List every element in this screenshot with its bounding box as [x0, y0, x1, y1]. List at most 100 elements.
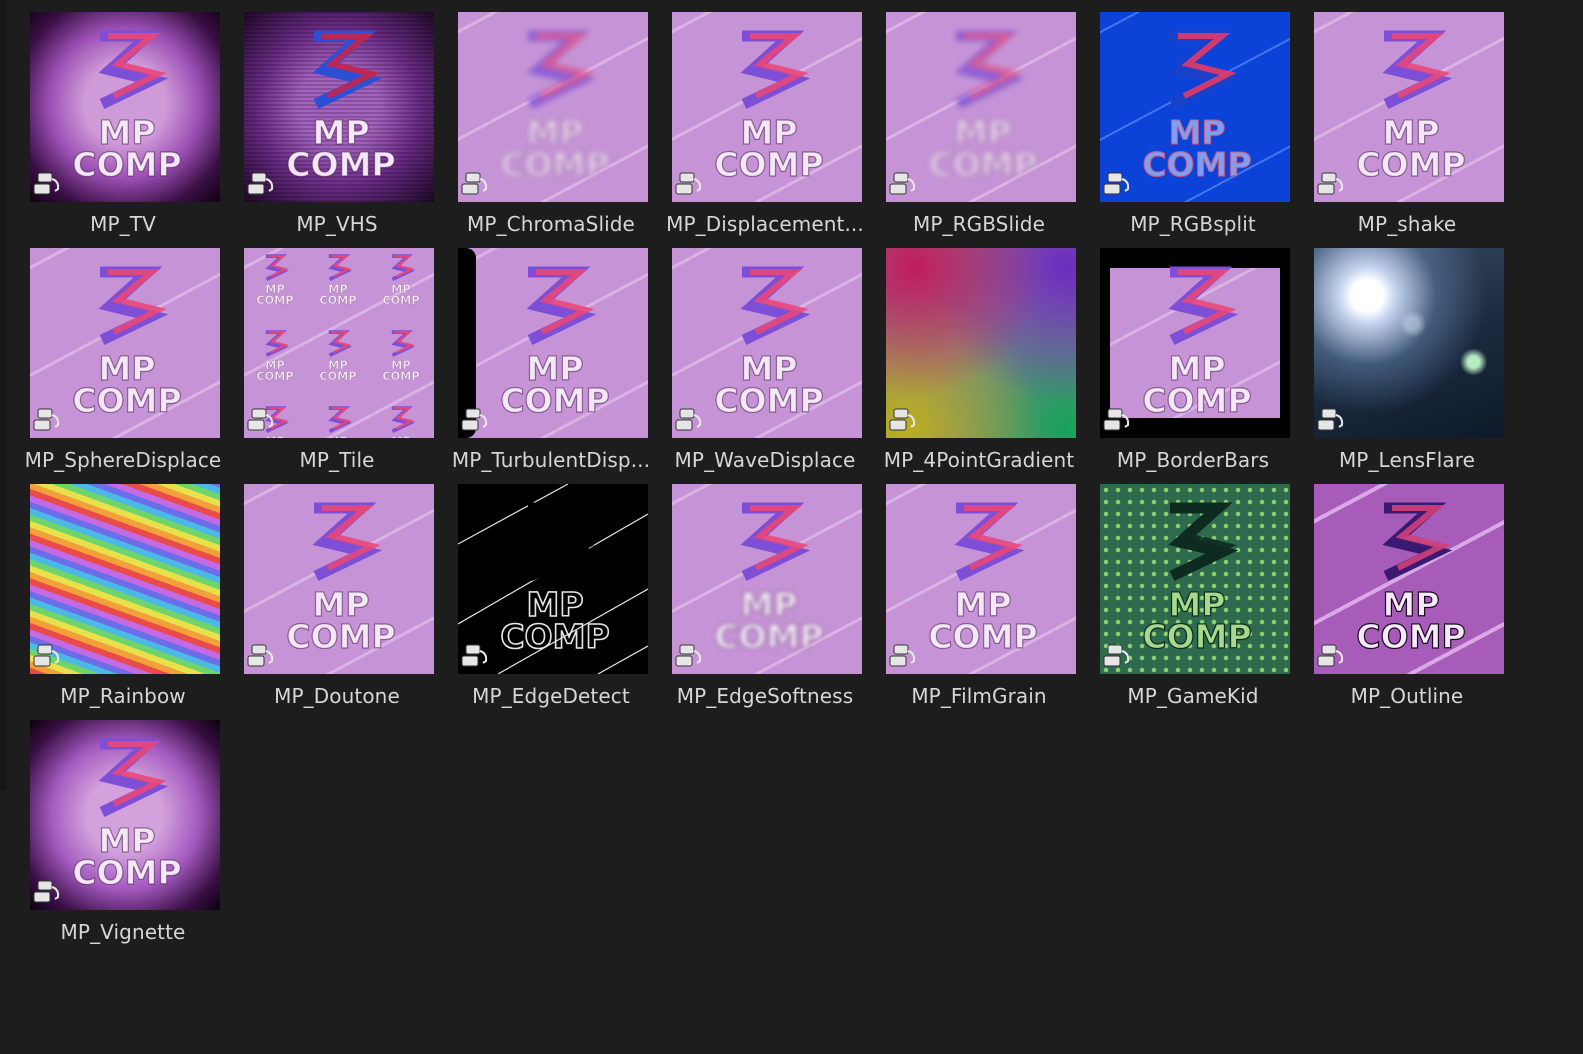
- asset-label: MP_shake: [1357, 212, 1457, 236]
- asset-label: MP_RGBsplit: [1130, 212, 1256, 236]
- asset-tile-mp-borderbars[interactable]: MP COMP MP_BorderBars: [1092, 248, 1306, 484]
- scrollbar-track[interactable]: [0, 0, 7, 790]
- asset-label: MP_FilmGrain: [911, 684, 1047, 708]
- logo-text-line2: COMP: [500, 145, 609, 184]
- asset-label: MP_TurbulentDisp...: [451, 448, 651, 472]
- asset-tile-mp-tv[interactable]: MP COMP MP_TV: [22, 12, 236, 248]
- asset-label: MP_RGBSlide: [913, 212, 1045, 236]
- node-group-icon: [33, 172, 60, 195]
- node-group-icon: [889, 644, 916, 667]
- asset-thumbnail[interactable]: MP COMP: [30, 720, 220, 910]
- node-group-icon: [461, 644, 488, 667]
- logo-text-line2: COMP: [928, 145, 1037, 184]
- asset-tile-mp-gamekid[interactable]: MP COMP MP_GameKid: [1092, 484, 1306, 720]
- asset-tile-mp-vignette[interactable]: MP COMP MP_Vignette: [22, 720, 236, 956]
- asset-thumbnail[interactable]: MP COMP MP COMP MP COMP MP COMP MP COMP …: [244, 248, 434, 438]
- asset-label: MP_Tile: [299, 448, 375, 472]
- asset-tile-mp-doutone[interactable]: MP COMP MP_Doutone: [236, 484, 450, 720]
- asset-tile-mp-turbulentdisp[interactable]: MP COMP MP_TurbulentDisp...: [450, 248, 664, 484]
- asset-tile-mp-displacement[interactable]: MP COMP MP_Displacement...: [664, 12, 878, 248]
- node-group-icon: [247, 172, 274, 195]
- asset-thumbnail[interactable]: MP COMP: [244, 12, 434, 202]
- asset-tile-mp-edgedetect[interactable]: MP COMP MP_EdgeDetect: [450, 484, 664, 720]
- logo-text-line2: COMP: [1356, 617, 1465, 656]
- logo-text-line2: COMP: [72, 145, 181, 184]
- asset-thumbnail[interactable]: MP COMP: [1100, 248, 1290, 438]
- asset-tile-mp-tile[interactable]: MP COMP MP COMP MP COMP MP COMP MP COMP …: [236, 248, 450, 484]
- node-group-icon: [1317, 644, 1344, 667]
- asset-tile-mp-vhs[interactable]: MP COMP MP_VHS: [236, 12, 450, 248]
- asset-tile-mp-lensflare[interactable]: MP_LensFlare: [1306, 248, 1520, 484]
- logo-text-line2: COMP: [1142, 617, 1251, 656]
- node-group-icon: [1317, 172, 1344, 195]
- node-group-icon: [33, 644, 60, 667]
- asset-label: MP_LensFlare: [1338, 448, 1476, 472]
- asset-thumbnail[interactable]: MP COMP: [30, 12, 220, 202]
- node-group-icon: [1103, 408, 1130, 431]
- logo-text-line2: COMP: [286, 145, 395, 184]
- svg-text:COMP: COMP: [319, 370, 356, 383]
- asset-tile-mp-shake[interactable]: MP COMP MP_shake: [1306, 12, 1520, 248]
- asset-thumbnail[interactable]: MP COMP: [458, 12, 648, 202]
- asset-tile-mp-filmgrain[interactable]: MP COMP MP_FilmGrain: [878, 484, 1092, 720]
- asset-label: MP_EdgeDetect: [472, 684, 630, 708]
- asset-thumbnail[interactable]: MP COMP: [458, 248, 648, 438]
- asset-tile-mp-edgesoftness[interactable]: MP COMP MP_EdgeSoftness: [664, 484, 878, 720]
- asset-thumbnail[interactable]: MP COMP: [458, 484, 648, 674]
- logo-text-line2: COMP: [714, 145, 823, 184]
- logo-text-line2: COMP: [286, 617, 395, 656]
- asset-thumbnail[interactable]: [30, 484, 220, 674]
- node-group-icon: [33, 880, 60, 903]
- asset-thumbnail[interactable]: MP COMP: [886, 12, 1076, 202]
- asset-label: MP_Outline: [1350, 684, 1464, 708]
- asset-label: MP_WaveDisplace: [674, 448, 856, 472]
- asset-thumbnail[interactable]: [886, 248, 1076, 438]
- svg-text:MP: MP: [328, 435, 347, 438]
- logo-text-line2: COMP: [500, 617, 609, 656]
- node-group-icon: [461, 172, 488, 195]
- asset-tile-mp-rgbslide[interactable]: MP COMP MP_RGBSlide: [878, 12, 1092, 248]
- asset-thumbnail[interactable]: [1314, 248, 1504, 438]
- svg-text:COMP: COMP: [256, 294, 293, 307]
- asset-label: MP_Rainbow: [60, 684, 186, 708]
- asset-thumbnail[interactable]: MP COMP: [1100, 484, 1290, 674]
- node-group-icon: [247, 644, 274, 667]
- asset-thumbnail[interactable]: MP COMP: [244, 484, 434, 674]
- logo-text-line2: COMP: [714, 617, 823, 656]
- node-group-icon: [1103, 172, 1130, 195]
- asset-tile-mp-wavedisplace[interactable]: MP COMP MP_WaveDisplace: [664, 248, 878, 484]
- asset-thumbnail[interactable]: MP COMP: [1100, 12, 1290, 202]
- asset-thumbnail[interactable]: MP COMP: [886, 484, 1076, 674]
- asset-label: MP_Doutone: [274, 684, 400, 708]
- asset-thumbnail[interactable]: MP COMP: [672, 484, 862, 674]
- node-group-icon: [33, 408, 60, 431]
- asset-thumbnail[interactable]: MP COMP: [1314, 12, 1504, 202]
- logo-text-line2: COMP: [72, 853, 181, 892]
- svg-text:COMP: COMP: [256, 370, 293, 383]
- asset-label: MP_4PointGradient: [883, 448, 1075, 472]
- asset-thumbnail[interactable]: MP COMP: [672, 12, 862, 202]
- logo-text-line2: COMP: [1142, 381, 1251, 420]
- node-group-icon: [461, 408, 488, 431]
- asset-label: MP_Displacement...: [666, 212, 864, 236]
- asset-tile-mp-chromaslide[interactable]: MP COMP MP_ChromaSlide: [450, 12, 664, 248]
- asset-thumbnail[interactable]: MP COMP: [30, 248, 220, 438]
- logo-text-line2: COMP: [1356, 145, 1465, 184]
- asset-tile-mp-spheredisplace[interactable]: MP COMP MP_SphereDisplace: [22, 248, 236, 484]
- asset-label: MP_Vignette: [60, 920, 186, 944]
- asset-thumbnail[interactable]: MP COMP: [672, 248, 862, 438]
- asset-label: MP_ChromaSlide: [467, 212, 635, 236]
- asset-label: MP_EdgeSoftness: [676, 684, 854, 708]
- asset-tile-mp-rainbow[interactable]: MP_Rainbow: [22, 484, 236, 720]
- logo-text-line2: COMP: [928, 617, 1037, 656]
- logo-text-line2: COMP: [500, 381, 609, 420]
- node-group-icon: [889, 408, 916, 431]
- asset-tile-mp-rgbsplit[interactable]: MP COMP MP_RGBsplit: [1092, 12, 1306, 248]
- svg-text:COMP: COMP: [319, 294, 356, 307]
- node-group-icon: [675, 172, 702, 195]
- asset-tile-mp-outline[interactable]: MP COMP MP_Outline: [1306, 484, 1520, 720]
- asset-tile-mp-4pointgradient[interactable]: MP_4PointGradient: [878, 248, 1092, 484]
- svg-text:COMP: COMP: [382, 294, 419, 307]
- asset-thumbnail[interactable]: MP COMP: [1314, 484, 1504, 674]
- svg-text:COMP: COMP: [382, 370, 419, 383]
